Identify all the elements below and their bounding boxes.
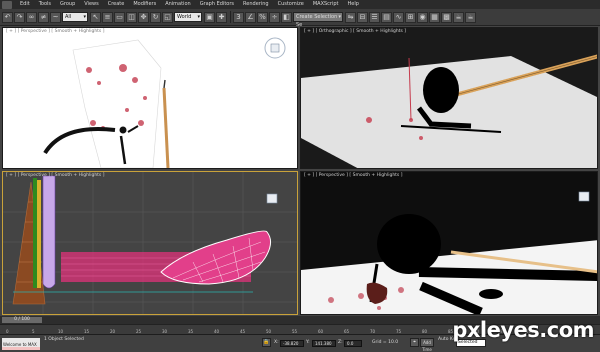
snaps-toggle-icon[interactable]: 3 [233, 11, 244, 23]
menu-help[interactable]: Help [348, 0, 359, 9]
curve-editor-icon[interactable]: ∿ [393, 11, 404, 23]
x-label: X: [274, 340, 279, 345]
named-selection-sets-dropdown[interactable]: Create Selection Se ▾ [293, 12, 343, 28]
viewport-label[interactable]: [ + ] [ Perspective ] [ Smooth + Highlig… [304, 173, 402, 178]
x-coordinate-field[interactable]: -38.820 [280, 340, 304, 347]
menu-maxscript[interactable]: MAXScript [313, 0, 339, 9]
pivot-center-icon[interactable]: ▣ [204, 11, 215, 23]
schematic-view-icon[interactable]: ⊞ [405, 11, 416, 23]
viewport-top-left[interactable]: [ + ] [ Perspective ] [ Smooth + Highlig… [2, 27, 298, 169]
y-coordinate-field[interactable]: 141.380 [312, 340, 336, 347]
reference-coord-dropdown[interactable]: World ▾ [174, 12, 202, 22]
viewport-bottom-right[interactable]: [ + ] [ Perspective ] [ Smooth + Highlig… [300, 171, 598, 315]
viewport-top-right[interactable]: [ + ] [ Orthographic ] [ Smooth + Highli… [300, 27, 598, 169]
graphite-ribbon-icon[interactable]: ▤ [381, 11, 392, 23]
viewport-label[interactable]: [ + ] [ Orthographic ] [ Smooth + Highli… [304, 29, 406, 34]
maxscript-listener[interactable]: Welcome to MAX [2, 338, 40, 350]
menu-group[interactable]: Group [60, 0, 75, 9]
y-label: Y: [306, 340, 310, 345]
listener-output-line [2, 347, 40, 350]
select-object-icon[interactable]: ↖ [90, 11, 101, 23]
main-toolbar: ↶ ↷ ∞ ≠ ~ All ▾ ↖ ≡ ▭ ◫ ✥ ↻ ◱ World ▾ ▣ ✚ … [0, 9, 600, 28]
window-crossing-icon[interactable]: ◫ [126, 11, 137, 23]
render-production-icon[interactable]: ☕ [453, 11, 464, 23]
bottom-right-scene [301, 191, 597, 314]
angle-snap-icon[interactable]: ∠ [245, 11, 256, 23]
bottom-left-scene [3, 172, 297, 314]
link-icon[interactable]: ∞ [26, 11, 37, 23]
top-right-scene [301, 54, 597, 168]
menu-views[interactable]: Views [84, 0, 98, 9]
align-icon[interactable]: ⊟ [357, 11, 368, 23]
redo-icon[interactable]: ↷ [14, 11, 25, 23]
select-scale-icon[interactable]: ◱ [162, 11, 173, 23]
top-left-scene [43, 37, 286, 168]
render-active-icon[interactable]: ☕ [465, 11, 476, 23]
viewport-label[interactable]: [ + ] [ Perspective ] [ Smooth + Highlig… [6, 29, 104, 34]
bind-space-warp-icon[interactable]: ~ [50, 11, 61, 23]
undo-icon[interactable]: ↶ [2, 11, 13, 23]
menu-customize[interactable]: Customize [278, 0, 304, 9]
menu-rendering[interactable]: Rendering [243, 0, 269, 9]
max-window: Edit Tools Group Views Create Modifiers … [0, 0, 600, 352]
z-label: Z: [338, 340, 343, 345]
menu-animation[interactable]: Animation [165, 0, 191, 9]
menu-modifiers[interactable]: Modifiers [133, 0, 156, 9]
select-by-name-icon[interactable]: ≡ [102, 11, 113, 23]
spinner-snap-icon[interactable]: ÷ [269, 11, 280, 23]
material-editor-icon[interactable]: ◉ [417, 11, 428, 23]
lock-selection-icon[interactable]: 🔒 [262, 338, 271, 347]
rendered-frame-icon[interactable]: ▩ [441, 11, 452, 23]
time-slider-thumb[interactable]: 0 / 100 [2, 317, 42, 323]
select-manipulate-icon[interactable]: ✚ [216, 11, 227, 23]
select-move-icon[interactable]: ✥ [138, 11, 149, 23]
app-logo-icon[interactable] [2, 0, 12, 9]
key-mode-icon[interactable]: ⌖ [410, 338, 419, 347]
rect-selection-icon[interactable]: ▭ [114, 11, 125, 23]
selection-filter-dropdown[interactable]: All ▾ [62, 12, 88, 22]
render-setup-icon[interactable]: ▦ [429, 11, 440, 23]
z-coordinate-field[interactable]: 0.0 [344, 340, 362, 347]
unlink-icon[interactable]: ≠ [38, 11, 49, 23]
edit-named-sets-icon[interactable]: ◧ [281, 11, 292, 23]
viewport-bottom-left[interactable]: [ + ] [ Perspective ] [ Smooth + Highlig… [2, 171, 298, 315]
percent-snap-icon[interactable]: % [257, 11, 268, 23]
menu-bar: Edit Tools Group Views Create Modifiers … [0, 0, 600, 9]
menu-create[interactable]: Create [108, 0, 125, 9]
viewport-label[interactable]: [ + ] [ Perspective ] [ Smooth + Highlig… [6, 173, 104, 178]
add-time-tag-button[interactable]: Add Time Tag [420, 338, 434, 352]
menu-edit[interactable]: Edit [20, 0, 30, 9]
mirror-icon[interactable]: ⇋ [345, 11, 356, 23]
menu-graph-editors[interactable]: Graph Editors [200, 0, 234, 9]
layer-manager-icon[interactable]: ☰ [369, 11, 380, 23]
grid-size: Grid = 10.0 [372, 340, 399, 345]
menu-tools[interactable]: Tools [39, 0, 51, 9]
pxleyes-watermark: pxleyes.com [452, 318, 594, 342]
selection-status: 1 Object Selected [44, 337, 84, 342]
toolbar-separator [230, 11, 231, 23]
select-rotate-icon[interactable]: ↻ [150, 11, 161, 23]
